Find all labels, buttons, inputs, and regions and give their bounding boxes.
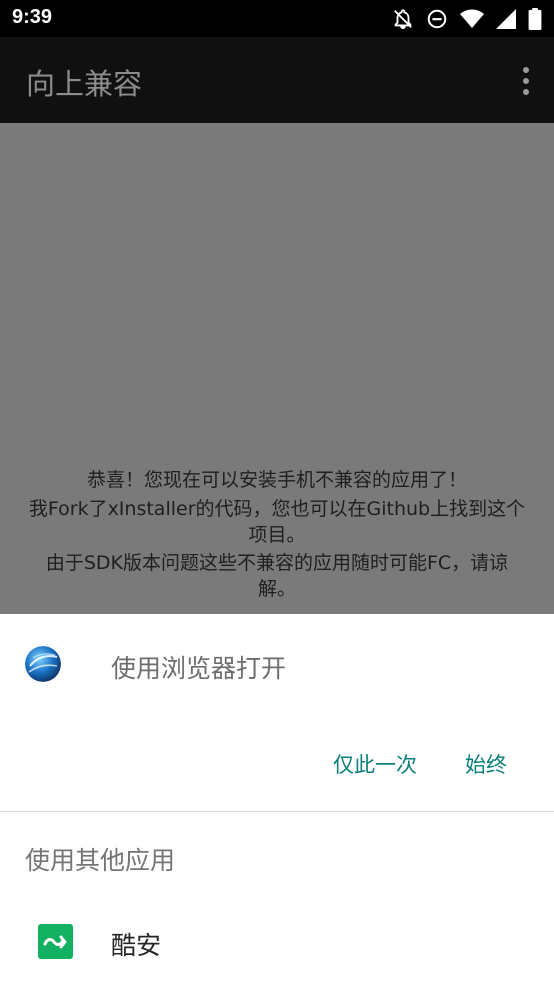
status-time: 9:39 xyxy=(12,6,53,28)
overflow-dot xyxy=(523,89,529,95)
wifi-icon xyxy=(460,9,484,28)
app-chooser-sheet: 使用浏览器打开 仅此一次 始终 使用其他应用 酷安 xyxy=(0,614,554,985)
just-once-button[interactable]: 仅此一次 xyxy=(333,749,417,779)
app-item-label: 酷安 xyxy=(111,931,162,960)
message-line-5: 解。 xyxy=(257,578,296,600)
default-app-row[interactable]: 使用浏览器打开 xyxy=(0,614,554,714)
status-icons xyxy=(392,7,542,31)
do-not-disturb-icon xyxy=(427,9,447,29)
main-content: 恭喜！您现在可以安装手机不兼容的应用了！ 我Fork了xInstaller的代码… xyxy=(0,123,554,614)
other-apps-label: 使用其他应用 xyxy=(25,846,176,875)
message-line-1: 恭喜！您现在可以安装手机不兼容的应用了！ xyxy=(86,469,467,491)
message-line-2: 我Fork了xInstaller的代码，您也可以在Github上找到这个 xyxy=(28,498,526,520)
notifications-off-icon xyxy=(394,9,412,30)
message-line-3: 项目。 xyxy=(248,524,306,546)
default-app-label: 使用浏览器打开 xyxy=(111,654,287,683)
app-item-coolapk[interactable]: 酷安 xyxy=(0,919,554,985)
battery-icon xyxy=(528,8,542,30)
status-bar: 9:39 xyxy=(0,0,554,37)
always-button[interactable]: 始终 xyxy=(465,749,507,779)
signal-icon xyxy=(496,9,516,29)
overflow-dot xyxy=(523,67,529,73)
message-line-4: 由于SDK版本问题这些不兼容的应用随时可能FC，请谅 xyxy=(45,552,509,574)
overflow-dot xyxy=(523,78,529,84)
coolapk-icon xyxy=(38,924,73,959)
more-vert-icon[interactable] xyxy=(520,67,532,95)
app-bar: 向上兼容 xyxy=(0,37,554,123)
app-title: 向上兼容 xyxy=(26,67,143,101)
browser-globe-icon xyxy=(25,646,61,682)
divider xyxy=(0,811,554,812)
